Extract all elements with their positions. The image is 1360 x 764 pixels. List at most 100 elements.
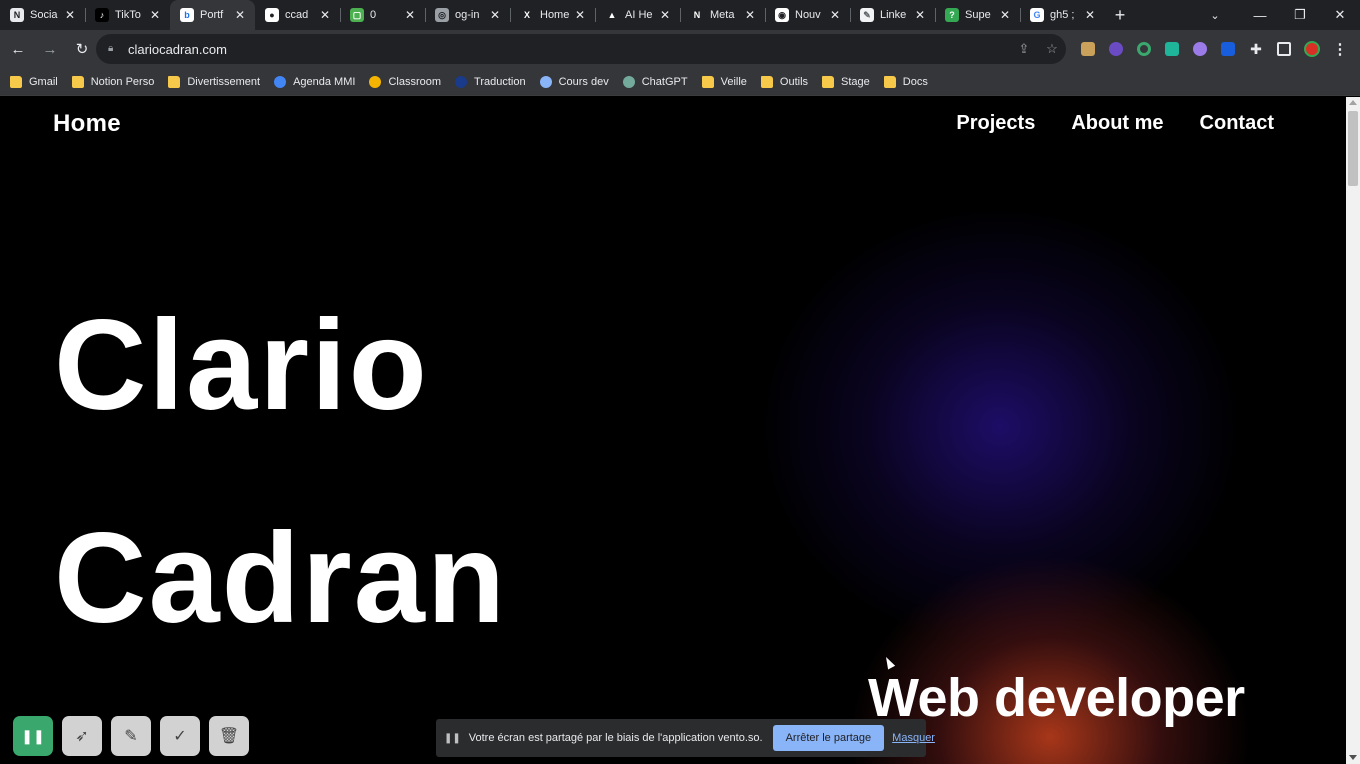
pencil-icon: ✎ (124, 728, 138, 745)
lock-icon[interactable]: 🔒︎ (108, 43, 118, 55)
tab-close-icon[interactable]: ✕ (148, 8, 162, 22)
tab-close-icon[interactable]: ✕ (658, 8, 672, 22)
tab-title: 0 (370, 9, 377, 21)
tab-close-icon[interactable]: ✕ (743, 8, 757, 22)
tab-favicon-icon: ● (265, 8, 279, 22)
tab-favicon-icon: b (180, 8, 194, 22)
bookmark-item[interactable]: Docs (883, 75, 928, 88)
nav-home-link[interactable]: Home (53, 110, 121, 138)
bookmark-label: Traduction (474, 75, 526, 88)
profile-avatar[interactable] (1298, 35, 1326, 63)
extension-image-icon[interactable] (1074, 35, 1102, 63)
side-panel-icon[interactable] (1270, 35, 1298, 63)
tab-title: AI He (625, 9, 653, 21)
recording-toolbar: ❚❚ ➶ ✎ ✓ 🗑︎ (13, 716, 249, 756)
browser-tab[interactable]: ▲ AI He ✕ (595, 0, 680, 30)
tab-close-icon[interactable]: ✕ (1083, 8, 1097, 22)
new-tab-button[interactable]: + (1105, 0, 1135, 30)
draw-tool-button[interactable]: ✎ (111, 716, 151, 756)
window-controls: — ❐ ✕ (1240, 0, 1360, 30)
tab-close-icon[interactable]: ✕ (488, 8, 502, 22)
tab-list: N Socia ✕ ♪ TikTo ✕ b Portf ✕ ● ccad ✕ ▢ 0 ✕ ◎ og-in ✕ X Ho… (0, 0, 1105, 30)
forward-icon[interactable]: → (36, 35, 64, 63)
delete-recording-button[interactable]: 🗑︎ (209, 716, 249, 756)
folder-icon (701, 75, 714, 88)
back-icon[interactable]: ← (4, 35, 32, 63)
calendar-icon (274, 75, 287, 88)
browser-tab[interactable]: ◎ og-in ✕ (425, 0, 510, 30)
nav-projects-link[interactable]: Projects (956, 112, 1035, 135)
menu-kebab-icon[interactable]: ⋮ (1326, 35, 1354, 63)
tab-close-icon[interactable]: ✕ (403, 8, 417, 22)
bookmark-item[interactable]: Notion Perso (71, 75, 154, 88)
folder-icon (10, 75, 22, 88)
maximize-icon[interactable]: ❐ (1280, 0, 1320, 30)
tab-close-icon[interactable]: ✕ (233, 8, 247, 22)
bookmark-item[interactable]: Classroom (369, 75, 441, 88)
nav-about-link[interactable]: About me (1071, 112, 1163, 135)
extension-lilac-icon[interactable] (1186, 35, 1214, 63)
bookmark-item[interactable]: Stage (822, 75, 870, 88)
extensions-area: ✚ ⋮ (1074, 34, 1354, 64)
cursor-arrow-icon: ➶ (75, 728, 89, 745)
browser-tab[interactable]: N Socia ✕ (0, 0, 85, 30)
browser-tab[interactable]: ✎ Linke ✕ (850, 0, 935, 30)
extension-teal-icon[interactable] (1158, 35, 1186, 63)
bookmark-item[interactable]: Agenda MMI (274, 75, 355, 88)
tab-title: Meta (710, 9, 735, 21)
extension-bitwarden-icon[interactable] (1214, 35, 1242, 63)
pause-recording-button[interactable]: ❚❚ (13, 716, 53, 756)
tab-favicon-icon: N (690, 8, 704, 22)
tab-close-icon[interactable]: ✕ (913, 8, 927, 22)
tab-close-icon[interactable]: ✕ (573, 8, 587, 22)
tab-favicon-icon: ✎ (860, 8, 874, 22)
share-icon[interactable]: ⇪ (1010, 41, 1038, 57)
tab-close-icon[interactable]: ✕ (63, 8, 77, 22)
chatgpt-icon (622, 75, 635, 88)
bookmark-item[interactable]: ChatGPT (622, 75, 688, 88)
browser-tab[interactable]: X Home ✕ (510, 0, 595, 30)
browser-tab[interactable]: ● ccad ✕ (255, 0, 340, 30)
check-icon: ✓ (173, 728, 187, 745)
extension-purple-icon[interactable] (1102, 35, 1130, 63)
stop-sharing-button[interactable]: Arrêter le partage (772, 725, 885, 751)
bookmark-item[interactable]: Divertissement (168, 75, 260, 88)
close-window-icon[interactable]: ✕ (1320, 0, 1360, 30)
browser-tab[interactable]: b Portf ✕ (170, 0, 255, 30)
nav-contact-link[interactable]: Contact (1200, 112, 1274, 135)
bookmark-item[interactable]: Veille (701, 75, 747, 88)
bookmark-item[interactable]: Cours dev (539, 75, 609, 88)
browser-tab[interactable]: ♪ TikTo ✕ (85, 0, 170, 30)
bookmark-star-icon[interactable]: ☆ (1038, 41, 1066, 57)
tab-close-icon[interactable]: ✕ (828, 8, 842, 22)
bookmark-item[interactable]: Outils (760, 75, 808, 88)
hide-banner-link[interactable]: Masquer (892, 732, 935, 744)
page-scrollbar[interactable] (1346, 97, 1360, 764)
scrollbar-thumb[interactable] (1348, 111, 1358, 186)
minimize-icon[interactable]: — (1240, 0, 1280, 30)
scroll-down-arrow-icon[interactable] (1349, 755, 1357, 760)
browser-tab[interactable]: Ggh5 ; ✕ (1020, 0, 1105, 30)
bookmark-item[interactable]: Gmail (10, 75, 58, 88)
browser-tab[interactable]: ? Supe ✕ (935, 0, 1020, 30)
tab-search-chevron-icon[interactable]: ⌄ (1200, 0, 1230, 30)
browser-tab[interactable]: N Meta ✕ (680, 0, 765, 30)
tab-title: TikTo (115, 9, 141, 21)
reload-icon[interactable]: ↻ (68, 35, 96, 63)
finish-recording-button[interactable]: ✓ (160, 716, 200, 756)
classroom-icon (369, 75, 382, 88)
extensions-puzzle-icon[interactable]: ✚ (1242, 35, 1270, 63)
tab-close-icon[interactable]: ✕ (318, 8, 332, 22)
address-url[interactable]: clariocadran.com (128, 42, 1010, 57)
bookmark-item[interactable]: Traduction (455, 75, 526, 88)
extension-green-ring-icon[interactable] (1130, 35, 1158, 63)
pointer-tool-button[interactable]: ➶ (62, 716, 102, 756)
tab-favicon-icon: ? (945, 8, 959, 22)
tab-title: Nouv (795, 9, 821, 21)
browser-tab[interactable]: ◉ Nouv ✕ (765, 0, 850, 30)
bookmark-label: ChatGPT (641, 75, 688, 88)
browser-tab[interactable]: ▢ 0 ✕ (340, 0, 425, 30)
scroll-up-arrow-icon[interactable] (1349, 100, 1357, 105)
tab-close-icon[interactable]: ✕ (998, 8, 1012, 22)
address-bar[interactable]: 🔒︎ clariocadran.com ⇪ ☆ (96, 34, 1066, 64)
